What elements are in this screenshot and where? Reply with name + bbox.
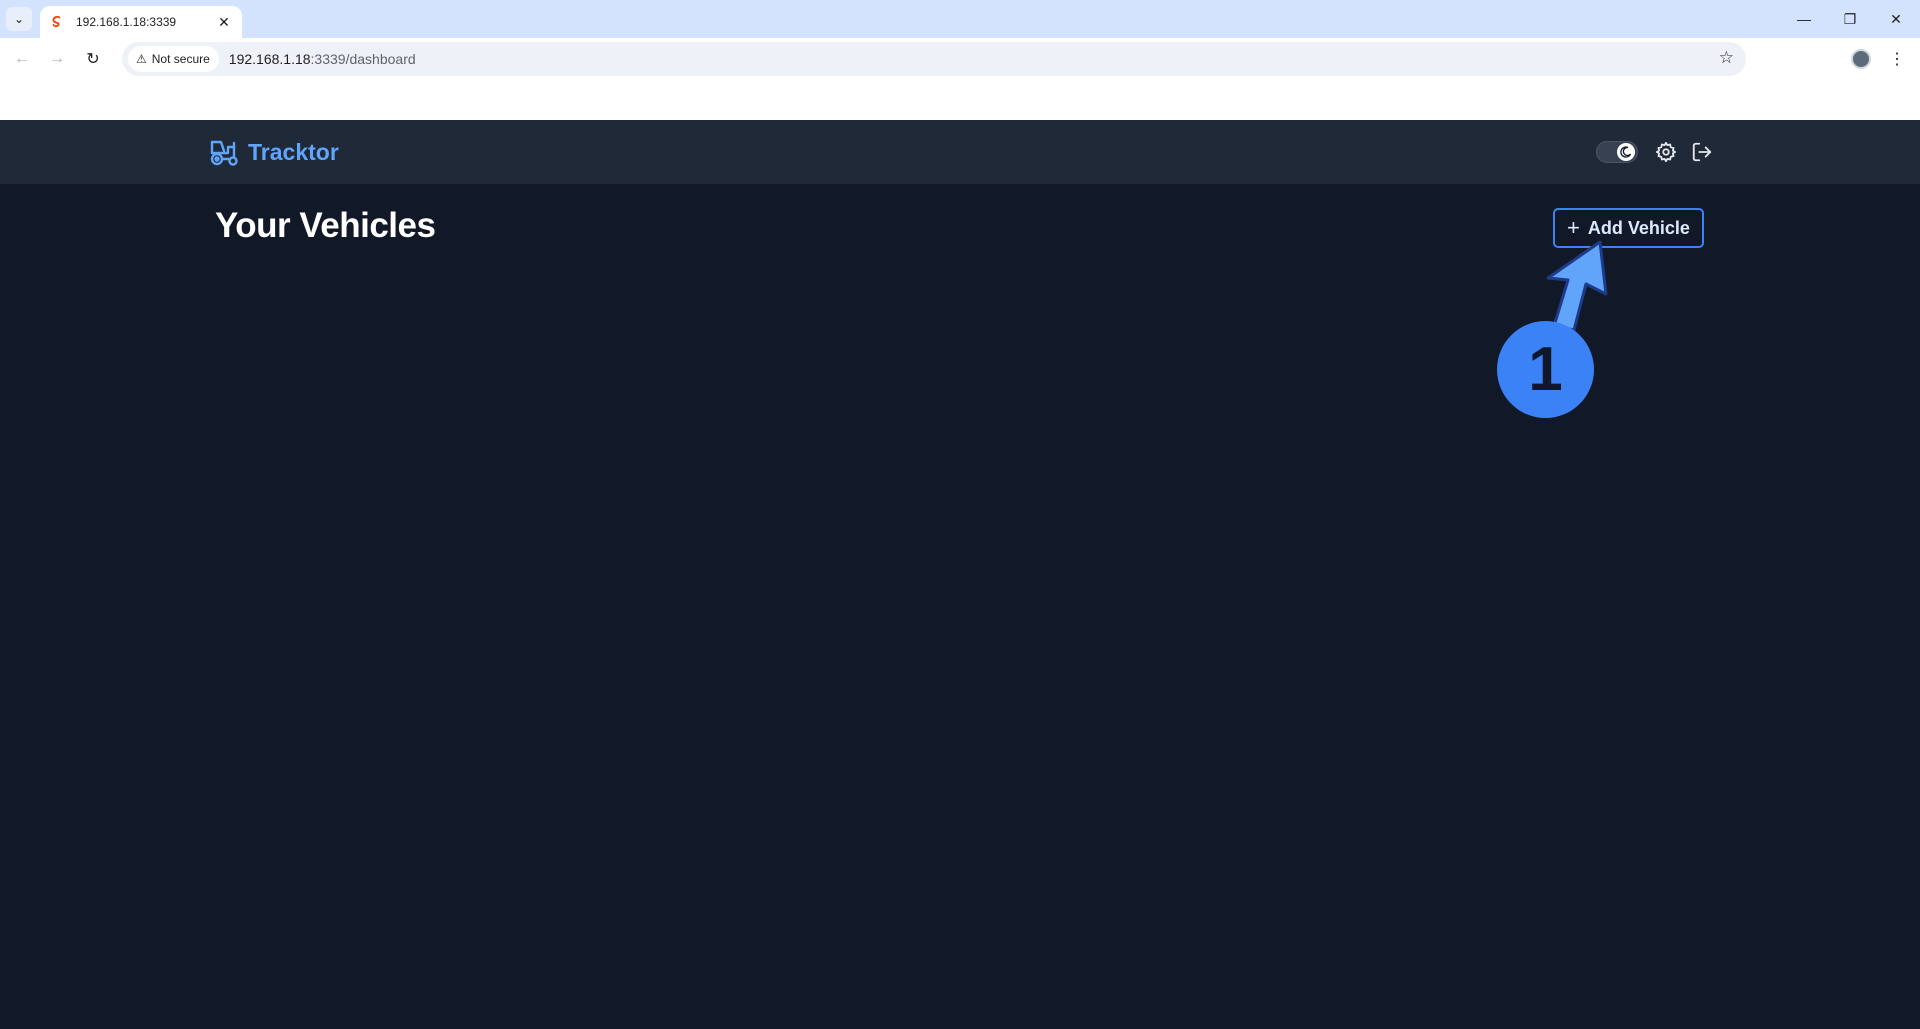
url-text[interactable]: 192.168.1.18:3339/dashboard <box>229 51 416 67</box>
tab-list-icon[interactable]: ⌄ <box>6 7 32 31</box>
app-header: Tracktor <box>0 120 1920 184</box>
theme-toggle[interactable] <box>1596 141 1638 163</box>
favicon-icon <box>52 15 61 28</box>
bookmarks-bar <box>0 80 1920 120</box>
star-icon[interactable]: ☆ <box>1719 48 1734 68</box>
gear-icon[interactable] <box>1652 138 1680 166</box>
close-icon[interactable]: ✕ <box>216 14 232 31</box>
brand-link[interactable]: Tracktor <box>208 137 339 167</box>
profile-avatar[interactable] <box>1851 49 1871 69</box>
url-path: :3339/dashboard <box>310 51 416 67</box>
brand-name: Tracktor <box>248 138 339 165</box>
url-host: 192.168.1.18 <box>228 51 311 67</box>
security-label: Not secure <box>151 52 210 66</box>
page-title: Your Vehicles <box>215 206 436 245</box>
reload-icon[interactable]: ↻ <box>79 45 107 73</box>
browser-toolbar: ← → ↻ ⚠ Not secure 192.168.1.18:3339/das… <box>0 38 1920 80</box>
browser-tab[interactable]: 192.168.1.18:3339 ✕ <box>40 6 242 38</box>
minimize-icon[interactable]: — <box>1784 6 1824 32</box>
security-chip[interactable]: ⚠ Not secure <box>128 46 219 72</box>
forward-icon[interactable]: → <box>43 45 71 73</box>
step-badge: 1 <box>1497 321 1594 418</box>
window-close-icon[interactable]: ✕ <box>1876 6 1916 32</box>
restore-icon[interactable]: ❐ <box>1830 6 1870 32</box>
tractor-icon <box>210 140 238 166</box>
browser-tabstrip: ⌄ 192.168.1.18:3339 ✕ — ❐ ✕ <box>0 0 1920 38</box>
back-icon[interactable]: ← <box>8 45 36 73</box>
logout-icon[interactable] <box>1688 138 1716 166</box>
warning-icon: ⚠ <box>136 52 147 66</box>
tab-title: 192.168.1.18:3339 <box>76 15 177 29</box>
moon-icon <box>1617 143 1635 161</box>
step-number: 1 <box>1528 335 1563 404</box>
address-bar[interactable]: ⚠ Not secure 192.168.1.18:3339/dashboard… <box>122 42 1746 76</box>
kebab-menu-icon[interactable]: ⋮ <box>1886 46 1908 72</box>
